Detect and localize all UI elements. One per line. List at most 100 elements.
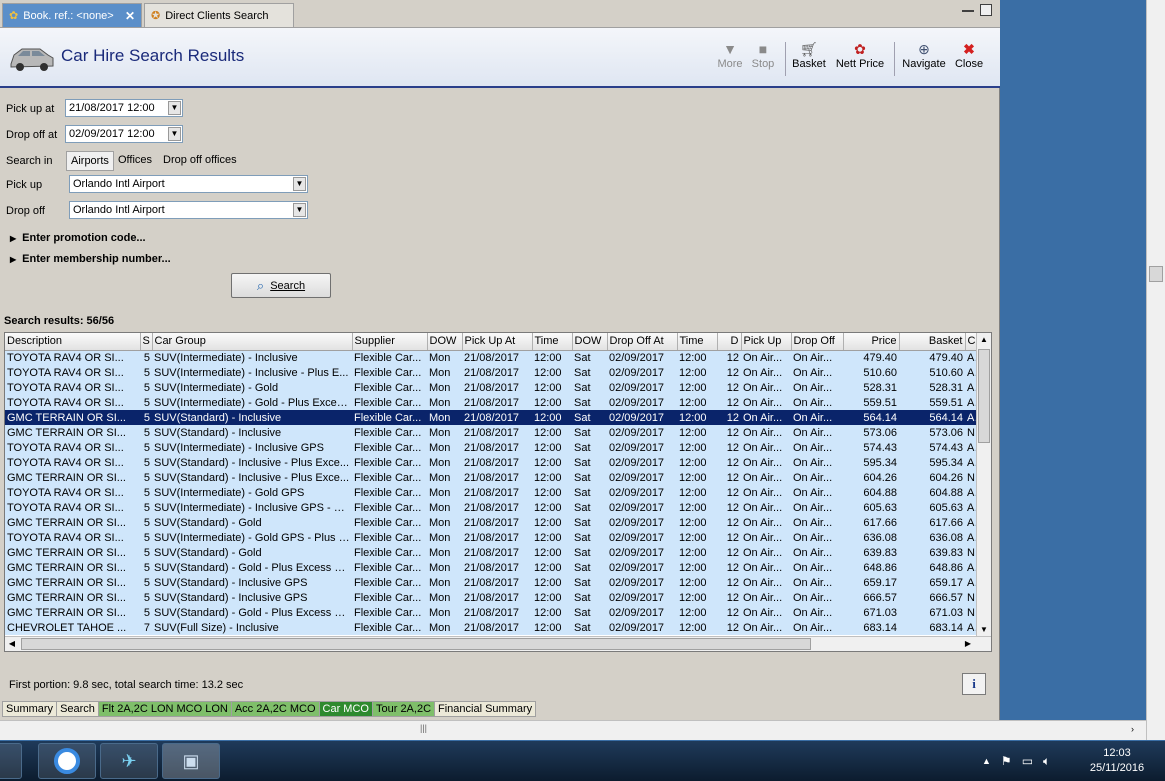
horizontal-scrollbar[interactable]: ◀ ▶: [5, 636, 991, 651]
scroll-right-icon[interactable]: ›: [1131, 724, 1134, 734]
column-header[interactable]: Time: [677, 333, 718, 351]
search-button[interactable]: ⌕ Search: [231, 273, 331, 298]
maximize-button[interactable]: [980, 4, 992, 16]
tab-financial-summary[interactable]: Financial Summary: [435, 701, 537, 717]
table-row[interactable]: GMC TERRAIN OR SI... 5 SUV(Standard) - Inc…: [5, 410, 977, 425]
table-cell: On Air...: [791, 590, 843, 605]
table-row[interactable]: TOYOTA RAV4 OR SI... 5 SUV(Intermediate) -…: [5, 500, 977, 515]
column-header[interactable]: Car Group: [152, 333, 353, 351]
tab-tour[interactable]: Tour 2A,2C: [372, 701, 436, 717]
column-header[interactable]: S: [140, 333, 153, 351]
promotion-code-expander[interactable]: ▶ Enter promotion code...: [10, 232, 146, 244]
search-in-airports[interactable]: Airports: [66, 151, 114, 171]
tab-accommodation[interactable]: Acc 2A,2C MCO: [231, 701, 320, 717]
volume-muted-icon[interactable]: 🔈︎: [1043, 754, 1050, 769]
remote-desktop-app-icon[interactable]: ▣: [162, 743, 220, 779]
column-header[interactable]: Pick Up At: [462, 333, 533, 351]
tab-booking-reference[interactable]: ✿ Book. ref.: <none> ✕: [2, 3, 142, 27]
network-icon[interactable]: ▭: [1022, 754, 1033, 768]
scroll-down-icon[interactable]: ▼: [977, 623, 991, 637]
table-cell: 604.88: [843, 485, 899, 500]
vertical-scroll-thumb[interactable]: [978, 349, 990, 443]
tray-expand-icon[interactable]: ▲: [982, 756, 991, 766]
tab-direct-clients-search[interactable]: ✪ Direct Clients Search: [144, 3, 294, 27]
close-button[interactable]: ✖ Close: [954, 40, 984, 70]
scroll-left-icon[interactable]: ◀: [5, 637, 19, 651]
tab-search[interactable]: Search: [57, 701, 99, 717]
column-header[interactable]: Basket: [899, 333, 966, 351]
outer-horizontal-scrollbar[interactable]: ||| ›: [0, 720, 1146, 740]
nett-price-button[interactable]: ✿ Nett Price: [834, 40, 886, 70]
chevron-down-icon[interactable]: ▼: [293, 177, 306, 191]
outer-vertical-scrollbar[interactable]: [1146, 0, 1165, 740]
table-row[interactable]: TOYOTA RAV4 OR SI... 5 SUV(Intermediate) -…: [5, 380, 977, 395]
chevron-down-icon[interactable]: ▼: [168, 127, 181, 141]
table-row[interactable]: GMC TERRAIN OR SI... 5 SUV(Standard) - Inc…: [5, 425, 977, 440]
table-row[interactable]: GMC TERRAIN OR SI... 5 SUV(Standard) - Inc…: [5, 590, 977, 605]
music-app-icon[interactable]: ♪: [0, 743, 22, 779]
info-button[interactable]: i: [962, 673, 986, 695]
table-row[interactable]: TOYOTA RAV4 OR SI... 5 SUV(Intermediate) -…: [5, 365, 977, 380]
tab-summary[interactable]: Summary: [2, 701, 58, 717]
outer-scroll-thumb[interactable]: [1149, 266, 1163, 282]
search-in-offices[interactable]: Offices: [114, 151, 156, 171]
table-cell: 02/09/2017: [607, 560, 677, 575]
more-button[interactable]: ▼ More: [716, 40, 744, 70]
chevron-down-icon[interactable]: ▼: [168, 101, 181, 115]
close-tab-icon[interactable]: ✕: [125, 9, 135, 23]
column-header[interactable]: D: [717, 333, 742, 351]
column-header[interactable]: DOW: [572, 333, 608, 351]
tab-flight[interactable]: Flt 2A,2C LON MCO LON: [98, 701, 232, 717]
scroll-right-icon[interactable]: ▶: [961, 637, 975, 651]
stop-button[interactable]: ■ Stop: [750, 40, 776, 70]
tab-car[interactable]: Car MCO: [319, 701, 373, 717]
minimize-button[interactable]: [962, 4, 974, 12]
table-cell: 02/09/2017: [607, 530, 677, 545]
table-row[interactable]: TOYOTA RAV4 OR SI... 5 SUV(Standard) - Inc…: [5, 455, 977, 470]
chevron-down-icon[interactable]: ▼: [293, 203, 306, 217]
table-row[interactable]: TOYOTA RAV4 OR SI... 5 SUV(Intermediate) -…: [5, 395, 977, 410]
column-header[interactable]: DOW: [427, 333, 463, 351]
browser-app-icon[interactable]: [38, 743, 96, 779]
table-cell: 12: [717, 500, 741, 515]
flag-icon[interactable]: ⚑: [1001, 754, 1012, 768]
table-cell: 21/08/2017: [462, 380, 532, 395]
navigate-button[interactable]: ⊕ Navigate: [900, 40, 948, 70]
table-row[interactable]: GMC TERRAIN OR SI... 5 SUV(Standard) - Gol…: [5, 515, 977, 530]
table-row[interactable]: CHEVROLET TAHOE ... 7 SUV(Full Size) - Inc…: [5, 620, 977, 635]
clock-date: 25/11/2016: [1089, 762, 1145, 774]
basket-button[interactable]: 🛒︎ Basket: [792, 40, 826, 70]
table-cell: 21/08/2017: [462, 410, 532, 425]
table-row[interactable]: GMC TERRAIN OR SI... 5 SUV(Standard) - Inc…: [5, 470, 977, 485]
dropoff-location-select[interactable]: Orlando Intl Airport ▼: [69, 201, 308, 219]
table-cell: Flexible Car...: [352, 500, 427, 515]
scroll-up-icon[interactable]: ▲: [977, 333, 991, 347]
table-row[interactable]: GMC TERRAIN OR SI... 5 SUV(Standard) - Gol…: [5, 605, 977, 620]
travel-app-icon[interactable]: ✈: [100, 743, 158, 779]
table-cell: Flexible Car...: [352, 575, 427, 590]
search-in-dropoff-offices[interactable]: Drop off offices: [159, 151, 241, 171]
dropoff-datetime-field[interactable]: 02/09/2017 12:00 ▼: [65, 125, 183, 143]
column-header[interactable]: Description: [5, 333, 141, 351]
column-header[interactable]: Drop Off: [791, 333, 844, 351]
vertical-scrollbar[interactable]: ▲ ▼: [976, 333, 991, 637]
pickup-location-select[interactable]: Orlando Intl Airport ▼: [69, 175, 308, 193]
table-row[interactable]: GMC TERRAIN OR SI... 5 SUV(Standard) - Inc…: [5, 575, 977, 590]
column-header[interactable]: Drop Off At: [607, 333, 678, 351]
system-clock[interactable]: 12:03 25/11/2016: [1084, 746, 1150, 776]
membership-number-expander[interactable]: ▶ Enter membership number...: [10, 253, 171, 265]
column-header[interactable]: Pick Up: [741, 333, 792, 351]
column-header[interactable]: Supplier: [352, 333, 428, 351]
pickup-datetime-field[interactable]: 21/08/2017 12:00 ▼: [65, 99, 183, 117]
table-row[interactable]: TOYOTA RAV4 OR SI... 5 SUV(Intermediate) -…: [5, 530, 977, 545]
horizontal-scroll-thumb[interactable]: [21, 638, 811, 650]
table-cell: Mon: [427, 410, 462, 425]
table-row[interactable]: TOYOTA RAV4 OR SI... 5 SUV(Intermediate) -…: [5, 350, 977, 365]
table-row[interactable]: TOYOTA RAV4 OR SI... 5 SUV(Intermediate) -…: [5, 440, 977, 455]
table-row[interactable]: GMC TERRAIN OR SI... 5 SUV(Standard) - Gol…: [5, 545, 977, 560]
column-header[interactable]: Price: [843, 333, 900, 351]
table-cell: 12: [717, 545, 741, 560]
table-row[interactable]: GMC TERRAIN OR SI... 5 SUV(Standard) - Gol…: [5, 560, 977, 575]
column-header[interactable]: Time: [532, 333, 573, 351]
table-row[interactable]: TOYOTA RAV4 OR SI... 5 SUV(Intermediate) -…: [5, 485, 977, 500]
